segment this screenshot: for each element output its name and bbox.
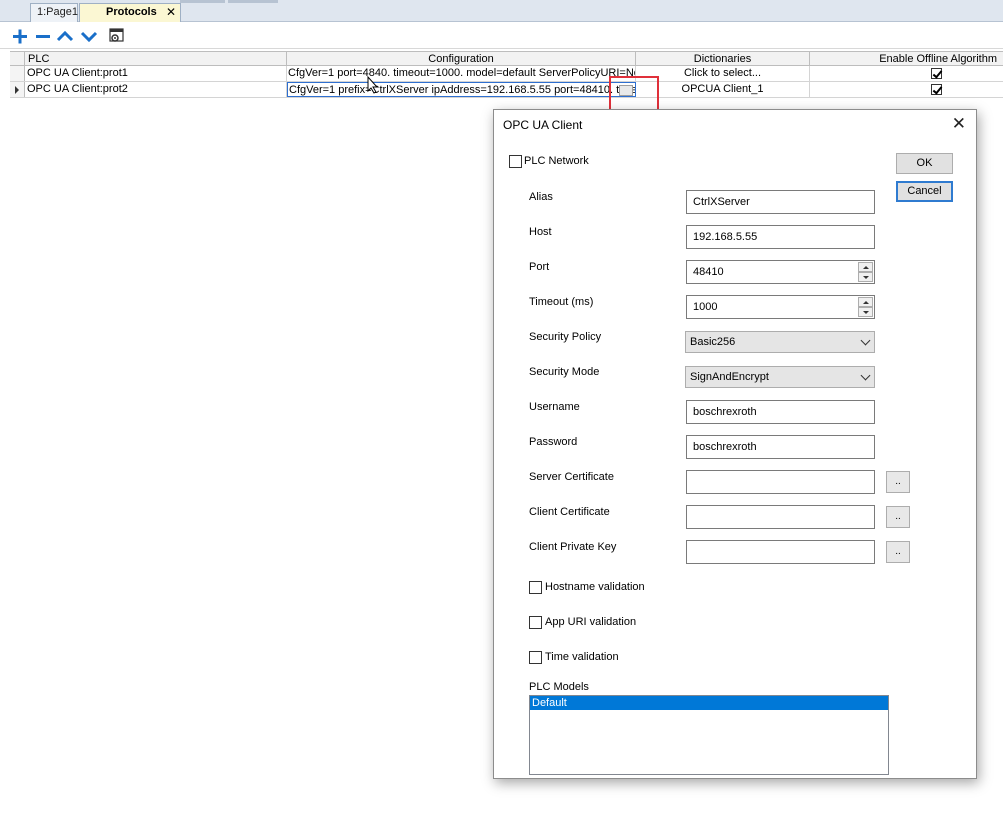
- row-selector-header: [10, 52, 25, 66]
- tab-page1[interactable]: 1:Page1: [30, 3, 78, 22]
- tab-protocols[interactable]: Protocols ✕: [79, 3, 181, 22]
- plus-icon[interactable]: [11, 27, 29, 45]
- tab-label: Protocols: [106, 6, 157, 18]
- alias-label: Alias: [529, 191, 553, 203]
- time-validation-label: Time validation: [545, 651, 619, 663]
- enable-offline-checkbox[interactable]: [931, 83, 942, 95]
- tab-bar-decoration: [228, 0, 278, 3]
- cell-dictionaries[interactable]: OPCUA Client_1: [636, 82, 810, 97]
- plc-network-checkbox[interactable]: [509, 155, 522, 168]
- client-private-key-label: Client Private Key: [529, 541, 617, 553]
- dialog-title: OPC UA Client: [503, 118, 583, 132]
- hostname-validation-label: Hostname validation: [545, 581, 645, 593]
- timeout-value: 1000: [693, 301, 718, 313]
- cell-plc[interactable]: OPC UA Client:prot1: [25, 66, 287, 81]
- current-row-icon: [15, 86, 19, 94]
- chevron-down-icon[interactable]: [80, 27, 98, 45]
- security-policy-select[interactable]: Basic256: [685, 331, 875, 353]
- opc-ua-client-dialog: OPC UA Client ✕ PLC Network OK Cancel Al…: [493, 109, 977, 779]
- app-uri-validation-checkbox[interactable]: [529, 616, 542, 629]
- window-gear-icon[interactable]: [108, 27, 126, 45]
- chevron-down-icon: [860, 335, 871, 346]
- column-header-enable-offline[interactable]: Enable Offline Algorithm: [810, 52, 1003, 66]
- cell-plc[interactable]: OPC UA Client:prot2: [25, 82, 287, 97]
- port-value: 48410: [693, 266, 724, 278]
- hostname-validation-checkbox[interactable]: [529, 581, 542, 594]
- plc-models-label: PLC Models: [529, 681, 589, 693]
- list-item[interactable]: Default: [530, 696, 888, 710]
- app-uri-validation-label: App URI validation: [545, 616, 637, 628]
- grid-header: PLC Configuration Dictionaries Enable Of…: [10, 51, 1003, 66]
- spin-down-icon[interactable]: [858, 307, 873, 317]
- client-certificate-browse-button[interactable]: ..: [886, 506, 910, 528]
- row-selector[interactable]: [10, 66, 25, 81]
- port-stepper[interactable]: 48410: [686, 260, 875, 284]
- column-header-configuration[interactable]: Configuration: [287, 52, 636, 66]
- timeout-label: Timeout (ms): [529, 296, 594, 308]
- username-field[interactable]: boschrexroth: [686, 400, 875, 424]
- table-row[interactable]: OPC UA Client:prot2 CfgVer=1 prefix=Ctrl…: [10, 82, 1003, 98]
- mouse-cursor-icon: [367, 75, 379, 97]
- client-certificate-label: Client Certificate: [529, 506, 610, 518]
- plc-network-label: PLC Network: [524, 155, 589, 167]
- server-certificate-browse-button[interactable]: ..: [886, 471, 910, 493]
- row-selector[interactable]: [10, 82, 25, 97]
- cell-configuration: CfgVer=1 prefix=CtrlXServer ipAddress=19…: [289, 84, 636, 96]
- server-certificate-label: Server Certificate: [529, 471, 614, 483]
- client-private-key-field[interactable]: [686, 540, 875, 564]
- password-label: Password: [529, 436, 578, 448]
- client-certificate-field[interactable]: [686, 505, 875, 529]
- spin-up-icon[interactable]: [858, 297, 873, 307]
- security-mode-value: SignAndEncrypt: [690, 371, 769, 383]
- cell-dictionaries[interactable]: Click to select...: [636, 66, 810, 81]
- column-header-dictionaries[interactable]: Dictionaries: [636, 52, 810, 66]
- username-label: Username: [529, 401, 580, 413]
- cell-enable-offline[interactable]: [810, 66, 1003, 81]
- enable-offline-checkbox[interactable]: [931, 67, 942, 79]
- cell-configuration-editing[interactable]: CfgVer=1 prefix=CtrlXServer ipAddress=19…: [287, 82, 636, 97]
- security-mode-label: Security Mode: [529, 366, 600, 378]
- tab-bar: 1:Page1 Protocols ✕: [0, 0, 1003, 22]
- protocols-grid: PLC Configuration Dictionaries Enable Of…: [10, 51, 1003, 98]
- alias-field[interactable]: CtrlXServer: [686, 190, 875, 214]
- table-row[interactable]: OPC UA Client:prot1 CfgVer=1 port=4840. …: [10, 66, 1003, 82]
- security-mode-select[interactable]: SignAndEncrypt: [685, 366, 875, 388]
- password-field[interactable]: boschrexroth: [686, 435, 875, 459]
- close-icon[interactable]: ✕: [166, 4, 176, 21]
- ok-button[interactable]: OK: [896, 153, 953, 174]
- chevron-up-icon[interactable]: [56, 27, 74, 45]
- spin-up-icon[interactable]: [858, 262, 873, 272]
- host-label: Host: [529, 226, 552, 238]
- security-policy-value: Basic256: [690, 336, 736, 348]
- chevron-down-icon: [860, 370, 871, 381]
- cell-enable-offline[interactable]: [810, 82, 1003, 97]
- column-header-plc[interactable]: PLC: [25, 52, 287, 66]
- port-label: Port: [529, 261, 550, 273]
- host-field[interactable]: 192.168.5.55: [686, 225, 875, 249]
- toolbar: [0, 22, 1003, 49]
- close-icon[interactable]: ✕: [952, 114, 966, 134]
- timeout-stepper[interactable]: 1000: [686, 295, 875, 319]
- spin-down-icon[interactable]: [858, 272, 873, 282]
- tab-bar-decoration: [180, 0, 225, 3]
- plc-models-list[interactable]: Default: [529, 695, 889, 775]
- minus-icon[interactable]: [34, 27, 52, 45]
- time-validation-checkbox[interactable]: [529, 651, 542, 664]
- security-policy-label: Security Policy: [529, 331, 602, 343]
- cancel-button[interactable]: Cancel: [896, 181, 953, 202]
- tab-label: 1:Page1: [37, 6, 78, 18]
- cell-configuration[interactable]: CfgVer=1 port=4840. timeout=1000. model=…: [287, 66, 636, 81]
- server-certificate-field[interactable]: [686, 470, 875, 494]
- client-private-key-browse-button[interactable]: ..: [886, 541, 910, 563]
